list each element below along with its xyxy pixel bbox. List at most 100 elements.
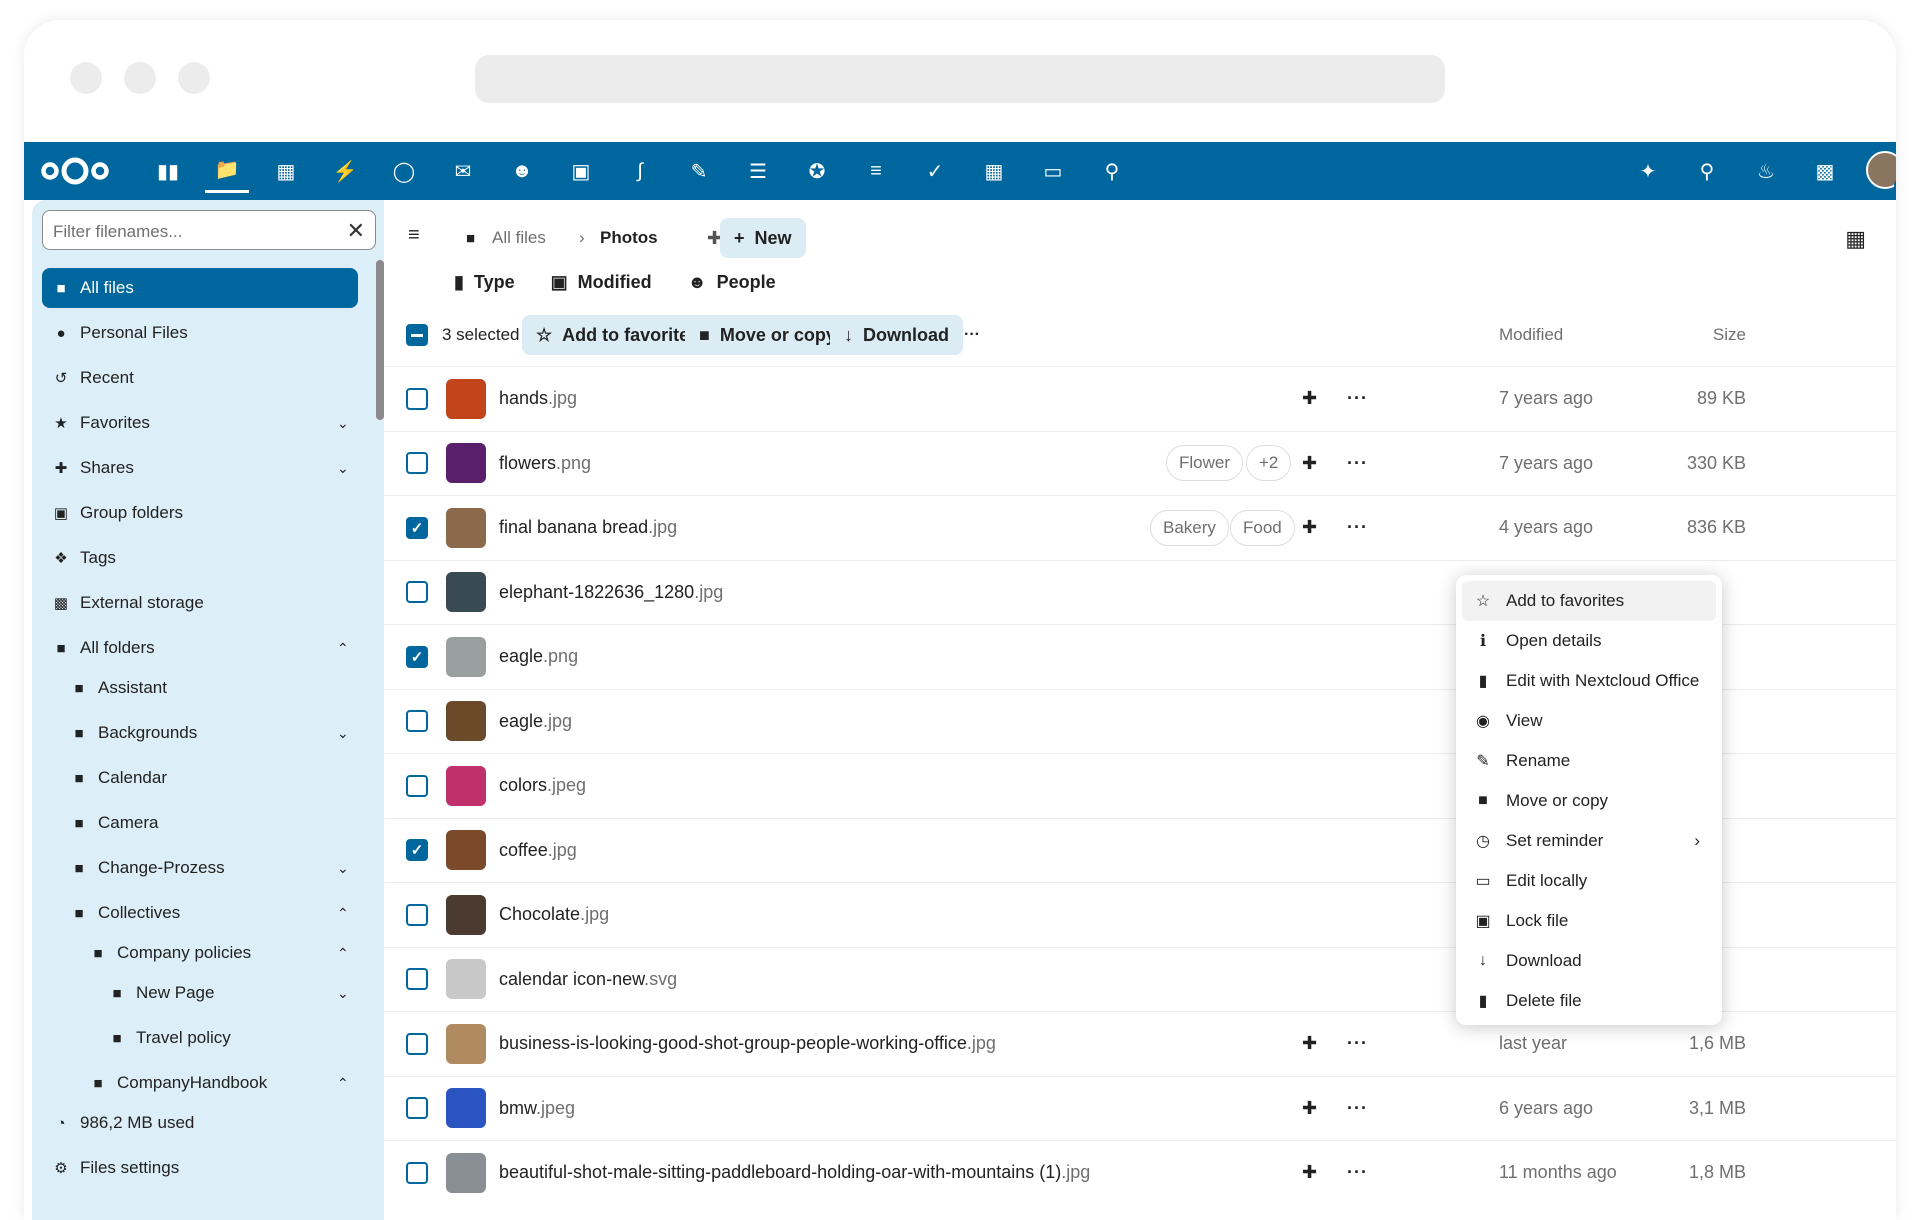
file-thumbnail[interactable] [446,959,486,999]
chevron-down-icon[interactable]: ⌄ [337,460,349,477]
share-icon[interactable]: ✚ [1302,1162,1317,1183]
files-app-icon[interactable]: 📁 [205,149,249,193]
menu-item-edit-with-nextcloud-office[interactable]: ▮ Edit with Nextcloud Office [1462,661,1716,701]
file-thumbnail[interactable] [446,765,486,806]
menu-item-view[interactable]: ◉ View [1462,701,1716,741]
menu-item-rename[interactable]: ✎ Rename [1462,741,1716,781]
select-all-checkbox[interactable] [406,324,428,346]
column-size-header[interactable]: Size [1713,325,1746,345]
row-checkbox[interactable] [406,968,428,990]
search-icon[interactable]: ⚲ [1685,149,1729,193]
file-thumbnail[interactable] [446,443,486,483]
file-name[interactable]: bmw.jpeg [499,1098,575,1119]
dashboard-icon[interactable]: ▮▮ [146,149,190,193]
menu-item-delete-file[interactable]: ▮ Delete file [1462,981,1716,1021]
sidebar-item-external-storage[interactable]: ▩ External storage [42,583,204,623]
file-tag[interactable]: Flower [1166,445,1244,481]
row-checkbox[interactable] [406,387,428,410]
sidebar-folder-assistant[interactable]: ■ Assistant [60,668,167,708]
file-name[interactable]: Chocolate.jpg [499,904,609,925]
calendar-icon[interactable]: ▣ [559,149,603,193]
menu-item-open-details[interactable]: ℹ Open details [1462,621,1716,661]
chevron-up-icon[interactable]: ⌃ [337,640,349,657]
sidebar-folder-backgrounds[interactable]: ■ Backgrounds ⌄ [60,713,348,753]
row-checkbox[interactable] [406,1161,428,1184]
new-button[interactable]: + New [720,218,806,258]
photos-app-icon[interactable]: ▦ [264,149,308,193]
row-checkbox[interactable] [406,903,428,926]
chevron-down-icon[interactable]: ⌄ [337,860,349,877]
filter-modified-button[interactable]: ▣ Modified [551,272,652,293]
sidebar-folder-companyhandbook[interactable]: ■ CompanyHandbook ⌃ [79,1063,348,1103]
row-checkbox[interactable]: ✓ [406,839,428,861]
move-or-copy-button[interactable]: ■ Move or copy [685,315,850,355]
file-tag[interactable]: Bakery [1150,509,1229,546]
row-actions-icon[interactable]: ··· [1347,1098,1368,1119]
filter-type-button[interactable]: ▮ Type [454,272,515,293]
row-checkbox[interactable] [406,774,428,797]
row-checkbox[interactable] [406,1032,428,1055]
chevron-down-icon[interactable]: ⌄ [337,415,349,432]
row-checkbox[interactable] [406,581,428,603]
row-actions-icon[interactable]: ··· [1347,517,1368,538]
file-tag[interactable]: Food [1230,509,1295,546]
menu-item-edit-locally[interactable]: ▭ Edit locally [1462,861,1716,901]
forms-icon[interactable]: ▭ [1031,149,1075,193]
share-icon[interactable]: ✚ [1302,517,1317,538]
menu-item-download[interactable]: ↓ Download [1462,941,1716,981]
row-actions-icon[interactable]: ··· [1347,388,1368,409]
file-name[interactable]: coffee.jpg [499,840,577,861]
toggle-sidebar-icon[interactable]: ≡ [408,224,420,247]
clear-filter-icon[interactable]: ✕ [347,218,365,244]
tables-icon[interactable]: ▦ [972,149,1016,193]
sidebar-folder-travel-policy[interactable]: ■ Travel policy [98,1018,230,1058]
address-bar[interactable] [475,55,1445,103]
file-thumbnail[interactable] [446,1088,486,1128]
ai-sparkle-icon[interactable]: ✦ [1626,149,1670,193]
table-row[interactable]: beautiful-shot-male-sitting-paddleboard-… [384,1140,1896,1204]
chevron-up-icon[interactable]: ⌃ [337,1075,349,1092]
share-icon[interactable]: ✚ [1302,1098,1317,1119]
sidebar-item-personal-files[interactable]: ● Personal Files [42,313,187,353]
share-icon[interactable]: ✚ [1302,453,1317,474]
notes-icon[interactable]: ∫ [618,149,662,193]
assistant-icon[interactable]: ✪ [795,149,839,193]
sidebar-folder-camera[interactable]: ■ Camera [60,803,158,843]
file-name[interactable]: eagle.jpg [499,711,572,732]
contacts-icon[interactable]: ☻ [500,149,544,193]
table-row[interactable]: bmw.jpeg ✚ ··· 3,1 MB 6 years ago [384,1075,1896,1140]
file-thumbnail[interactable] [446,701,486,741]
row-checkbox[interactable] [406,452,428,474]
row-actions-icon[interactable]: ··· [1347,1162,1368,1183]
menu-item-move-or-copy[interactable]: ■ Move or copy [1462,781,1716,821]
table-row[interactable]: flowers.png Flower +2 ✚ ··· 330 KB 7 years ago [384,430,1896,495]
row-checkbox[interactable]: ✓ [406,645,428,668]
nextcloud-logo-icon[interactable] [38,149,112,193]
contacts-menu-icon[interactable]: ▩ [1803,149,1847,193]
menu-item-lock-file[interactable]: ▣ Lock file [1462,901,1716,941]
share-icon[interactable]: ✚ [1302,388,1317,409]
file-name[interactable]: flowers.png [499,453,591,474]
sidebar-folder-change-prozess[interactable]: ■ Change-Prozess ⌄ [60,848,348,888]
file-thumbnail[interactable] [446,1152,486,1193]
sidebar-item-shares[interactable]: ✚ Shares ⌄ [42,448,349,488]
sidebar-item-favorites[interactable]: ★ Favorites ⌄ [42,403,348,443]
chevron-down-icon[interactable]: ⌄ [337,725,349,742]
column-modified-header[interactable]: Modified [1499,325,1563,345]
pencil-app-icon[interactable]: ✎ [677,149,721,193]
sidebar-item-all-folders[interactable]: ■ All folders ⌃ [42,628,348,668]
download-button[interactable]: ↓ Download [830,315,963,355]
file-thumbnail[interactable] [446,378,486,419]
menu-item-add-to-favorites[interactable]: ☆ Add to favorites [1462,581,1716,621]
file-name[interactable]: colors.jpeg [499,775,586,796]
file-thumbnail[interactable] [446,636,486,677]
row-actions-icon[interactable]: ··· [1347,453,1368,474]
file-thumbnail[interactable] [446,572,486,612]
sidebar-item-group-folders[interactable]: ▣ Group folders [42,493,183,533]
chevron-down-icon[interactable]: ⌄ [337,985,349,1002]
maps-pin-icon[interactable]: ⚲ [1090,149,1134,193]
file-name[interactable]: hands.jpg [499,388,577,409]
breadcrumb-all-files[interactable]: All files [492,228,546,248]
file-name[interactable]: beautiful-shot-male-sitting-paddleboard-… [499,1162,1090,1183]
window-minimize-dot[interactable] [124,62,156,94]
